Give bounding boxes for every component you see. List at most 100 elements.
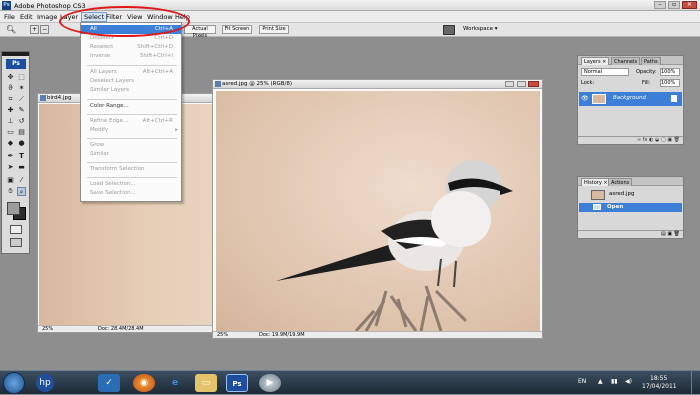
notes-tool-icon[interactable]: ▣ xyxy=(6,176,15,185)
start-button[interactable] xyxy=(3,372,25,394)
eraser-tool-icon[interactable]: ▭ xyxy=(6,128,15,137)
menu-item-all-layers[interactable]: All Layers Alt+Ctrl+A xyxy=(81,68,181,77)
menu-item-inverse[interactable]: Inverse Shift+Ctrl+I xyxy=(81,52,181,61)
menu-item-transform-selection[interactable]: Transform Selection xyxy=(81,165,181,174)
layer-row-background[interactable]: 👁︎ Background xyxy=(579,92,682,106)
shape-tool-icon[interactable]: ▬ xyxy=(17,163,26,172)
explorer-folder-icon[interactable]: ▭ xyxy=(195,374,217,392)
print-size-button[interactable]: Print Size xyxy=(259,25,289,34)
menu-edit[interactable]: Edit xyxy=(20,13,33,21)
item-label: Similar xyxy=(90,151,110,157)
fit-screen-button[interactable]: Fit Screen xyxy=(222,25,252,34)
ps-badge: Ps xyxy=(6,59,26,69)
type-tool-icon[interactable]: T xyxy=(17,152,26,161)
crop-tool-icon[interactable]: ⌗ xyxy=(6,95,15,104)
menu-item-save-selection[interactable]: Save Selection... xyxy=(81,189,181,198)
eyedropper-icon[interactable]: ⁄ xyxy=(17,176,26,185)
history-state-open[interactable]: Open xyxy=(579,203,682,212)
zoom-out-icon[interactable]: − xyxy=(40,25,49,34)
zoom-level[interactable]: 25% xyxy=(217,332,228,338)
move-tool-icon[interactable]: ✥ xyxy=(6,73,15,82)
workspace-dropdown[interactable]: Workspace ▾ xyxy=(463,26,498,32)
menu-item-load-selection[interactable]: Load Selection... xyxy=(81,180,181,189)
language-indicator[interactable]: EN xyxy=(578,378,586,385)
show-desktop-button[interactable] xyxy=(691,371,700,395)
brush-tool-icon[interactable]: ✎ xyxy=(17,106,26,115)
tab-actions[interactable]: Actions xyxy=(608,178,633,186)
blend-mode-select[interactable]: Normal xyxy=(581,68,629,76)
volume-icon[interactable]: ◀) xyxy=(625,378,632,385)
foreground-color-swatch[interactable] xyxy=(7,202,20,215)
actual-pixels-button[interactable]: Actual Pixels xyxy=(184,25,216,39)
menu-item-refine-edge[interactable]: Refine Edge... Alt+Ctrl+R xyxy=(81,117,181,126)
hand-tool-icon[interactable]: ✋︎ xyxy=(6,187,15,196)
history-brush-icon[interactable]: ↺ xyxy=(17,117,26,126)
blur-tool-icon[interactable]: ◆ xyxy=(6,139,15,148)
menu-item-modify[interactable]: Modify ▸ xyxy=(81,126,181,135)
path-select-icon[interactable]: ➤ xyxy=(6,163,15,172)
menu-item-similar-layers[interactable]: Similar Layers xyxy=(81,86,181,95)
menu-item-reselect[interactable]: Reselect Shift+Ctrl+D xyxy=(81,43,181,52)
healing-brush-icon[interactable]: ✚ xyxy=(6,106,15,115)
menu-item-color-range[interactable]: Color Range... xyxy=(81,102,181,111)
marquee-tool-icon[interactable]: ⬚ xyxy=(17,73,26,82)
menu-item-similar[interactable]: Similar xyxy=(81,150,181,159)
doc-close-button[interactable] xyxy=(528,81,539,87)
zoom-level[interactable]: 25% xyxy=(42,326,53,332)
tab-channels[interactable]: Channels xyxy=(611,57,641,65)
gradient-tool-icon[interactable]: ▤ xyxy=(17,128,26,137)
history-snapshot[interactable]: asred.jpg xyxy=(579,189,682,201)
document-titlebar[interactable]: asred.jpg @ 25% (RGB/8) xyxy=(213,80,542,89)
internet-explorer-icon[interactable]: e xyxy=(164,374,186,392)
snapshot-thumbnail xyxy=(591,190,605,200)
workspace-icon[interactable] xyxy=(443,25,455,35)
zoom-tool-box-icon[interactable]: ⌕ xyxy=(17,187,26,196)
clock-time[interactable]: 18:55 xyxy=(650,375,667,382)
item-shortcut: Ctrl+D xyxy=(154,35,173,41)
media-player-icon[interactable]: ▶ xyxy=(259,374,281,392)
clone-stamp-icon[interactable]: ⊥ xyxy=(6,117,15,126)
close-button[interactable]: ✕ xyxy=(682,1,697,9)
item-label: Inverse xyxy=(90,53,111,59)
maximize-button[interactable]: ▫ xyxy=(668,1,680,9)
checkmark-app-icon[interactable]: ✓ xyxy=(98,374,120,392)
quick-mask-icon[interactable] xyxy=(10,225,22,234)
menu-image[interactable]: Image xyxy=(37,13,57,21)
opacity-input[interactable]: 100% xyxy=(660,68,680,76)
image-canvas-asred[interactable] xyxy=(216,91,540,331)
lock-label: Lock: xyxy=(581,80,595,86)
select-menu-dropdown: All Ctrl+A Deselect Ctrl+D Reselect Shift+C… xyxy=(80,22,182,202)
window-title: Adobe Photoshop CS3 xyxy=(14,2,86,10)
dodge-tool-icon[interactable]: ● xyxy=(17,139,26,148)
tab-layers[interactable]: Layers × xyxy=(581,57,610,65)
eye-icon[interactable]: 👁︎ xyxy=(581,95,589,102)
fill-input[interactable]: 100% xyxy=(660,79,680,87)
menu-file[interactable]: File xyxy=(4,13,15,21)
item-label: Color Range... xyxy=(90,103,129,109)
doc-minimize-button[interactable] xyxy=(505,81,514,87)
clock-date[interactable]: 17/04/2011 xyxy=(642,383,677,390)
tray-arrow-icon[interactable]: ▲ xyxy=(598,378,603,385)
firefox-icon[interactable]: ◉ xyxy=(133,374,155,392)
item-shortcut: Shift+Ctrl+D xyxy=(137,44,173,50)
tab-paths[interactable]: Paths xyxy=(641,57,661,65)
tab-history[interactable]: History × xyxy=(581,178,611,186)
photoshop-taskbar-icon[interactable]: Ps xyxy=(226,374,248,392)
magic-wand-icon[interactable]: ✶ xyxy=(17,84,26,93)
lasso-tool-icon[interactable]: ϑ xyxy=(6,84,15,93)
network-icon[interactable]: ▮▮ xyxy=(611,378,618,385)
annotation-circle xyxy=(59,6,190,37)
zoom-in-icon[interactable]: + xyxy=(30,25,39,34)
hp-icon[interactable]: hp xyxy=(36,374,54,392)
doc-maximize-button[interactable] xyxy=(517,81,526,87)
history-panel: History × Actions asred.jpg Open ▤ ▣ 🗑︎ xyxy=(577,176,684,239)
menu-item-deselect-layers[interactable]: Deselect Layers xyxy=(81,77,181,86)
menu-item-grow[interactable]: Grow xyxy=(81,141,181,150)
pen-tool-icon[interactable]: ✒ xyxy=(6,152,15,161)
document-window-asred[interactable]: asred.jpg @ 25% (RGB/8) 25% Doc: 19.9M/1… xyxy=(212,79,543,339)
toolbox-header[interactable] xyxy=(2,52,29,56)
slice-tool-icon[interactable]: ⟋ xyxy=(17,95,26,104)
minimize-button[interactable]: – xyxy=(654,1,666,9)
screen-mode-icon[interactable] xyxy=(10,238,22,247)
zoom-tool-icon[interactable]: 🔍︎ xyxy=(6,25,16,34)
